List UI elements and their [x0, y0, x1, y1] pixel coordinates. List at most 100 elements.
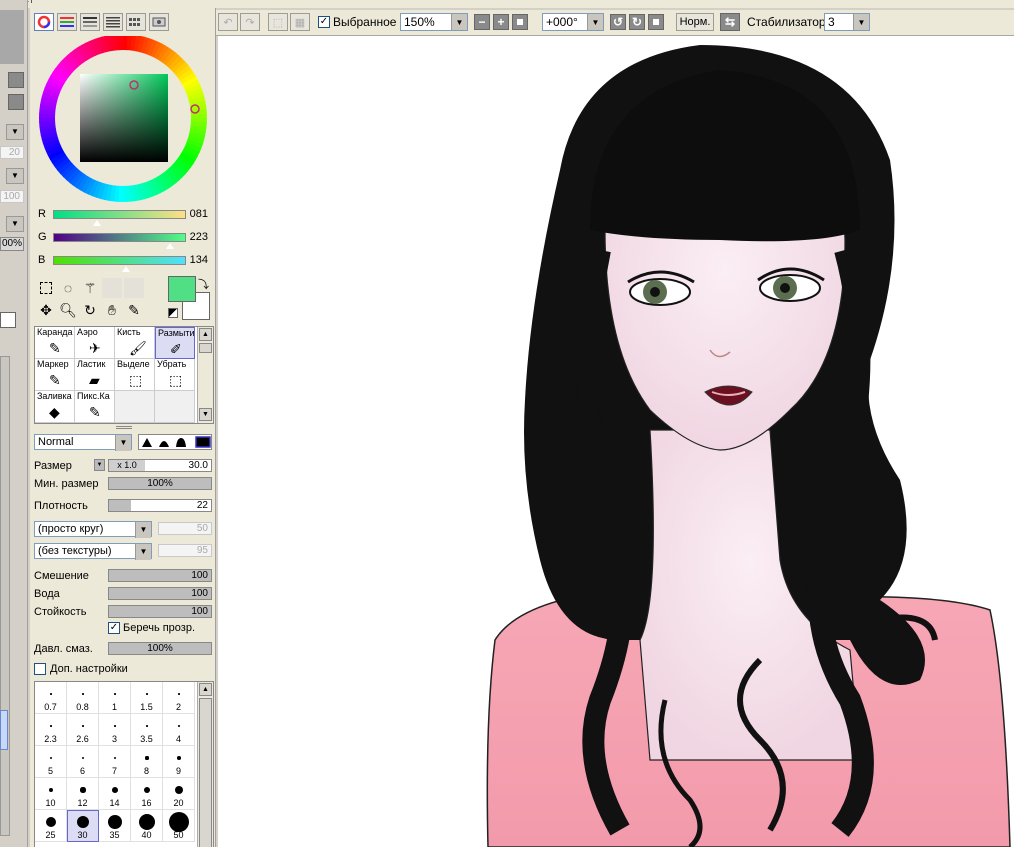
advanced-settings-checkbox[interactable] — [34, 663, 46, 675]
brush-size-option[interactable]: 14 — [99, 778, 131, 810]
rotation-select[interactable]: +000° ▼ — [542, 13, 604, 31]
brush-size-option[interactable]: 12 — [67, 778, 99, 810]
rotate-reset-button[interactable] — [648, 14, 664, 30]
brush-slot[interactable]: Выделе ⬚ — [115, 359, 155, 391]
empty-brush-slot[interactable] — [115, 391, 155, 423]
flip-button[interactable]: ⇆ — [720, 13, 740, 31]
swatches-tab[interactable] — [126, 13, 146, 31]
brush-size-option[interactable]: 1.5 — [131, 682, 163, 714]
color-wheel[interactable] — [38, 36, 208, 206]
brush-size-option[interactable]: 50 — [163, 810, 195, 842]
brush-size-option[interactable]: 40 — [131, 810, 163, 842]
brush-size-option[interactable]: 5 — [35, 746, 67, 778]
green-slider[interactable] — [53, 233, 186, 242]
green-slider-thumb[interactable] — [165, 243, 175, 250]
deselect-button[interactable]: ⬚ — [268, 13, 288, 31]
blue-slider[interactable] — [53, 256, 186, 265]
red-slider-thumb[interactable] — [92, 220, 102, 227]
brush-slot[interactable]: Размыти ✐ — [155, 327, 195, 359]
brush-shape-select[interactable]: (просто круг) ▼ — [34, 521, 152, 538]
brush-slot[interactable]: Аэро ✈ — [75, 327, 115, 359]
strip-square-icon[interactable] — [0, 312, 16, 328]
brush-slot[interactable]: Пикс.Ка ✎ — [75, 391, 115, 423]
color-wheel-tab[interactable] — [34, 13, 54, 31]
persistence-slider[interactable]: 100 — [108, 605, 212, 618]
brush-slot[interactable]: Каранда ✎ — [35, 327, 75, 359]
scrollbar[interactable] — [0, 356, 10, 836]
brush-size-option[interactable]: 7 — [99, 746, 131, 778]
swap-colors-icon[interactable]: ⤵ — [198, 276, 209, 292]
size-grid-scrollbar[interactable]: ▲ — [197, 682, 213, 847]
scroll-thumb[interactable] — [199, 698, 212, 847]
brush-slot[interactable]: Заливка ◆ — [35, 391, 75, 423]
blue-slider-thumb[interactable] — [121, 266, 131, 273]
brush-size-option[interactable]: 30 — [67, 810, 99, 842]
brush-size-option[interactable]: 8 — [131, 746, 163, 778]
scroll-down-icon[interactable]: ▼ — [199, 408, 212, 421]
brush-size-option[interactable]: 10 — [35, 778, 67, 810]
mixer-tab[interactable] — [103, 13, 123, 31]
brush-size-option[interactable]: 16 — [131, 778, 163, 810]
brush-slot[interactable]: Ластик ▰ — [75, 359, 115, 391]
chevron-down-icon[interactable]: ▼ — [6, 168, 24, 184]
eyedropper-tool[interactable]: ✎ — [124, 300, 144, 320]
reset-colors-icon[interactable] — [168, 308, 178, 318]
brush-size-option[interactable]: 25 — [35, 810, 67, 842]
brush-size-option[interactable]: 20 — [163, 778, 195, 810]
scroll-up-icon[interactable]: ▲ — [199, 683, 212, 696]
chevron-down-icon[interactable]: ▼ — [6, 216, 24, 232]
stabilizer-select[interactable]: 3 ▼ — [824, 13, 870, 31]
keep-opacity-checkbox[interactable]: ✓ — [108, 622, 120, 634]
invert-selection-button[interactable]: ▦ — [290, 13, 310, 31]
move-tool[interactable]: ✥ — [36, 300, 56, 320]
rotate-left-button[interactable]: ↺ — [610, 14, 626, 30]
zoom-reset-button[interactable] — [512, 14, 528, 30]
brush-size-option[interactable]: 9 — [163, 746, 195, 778]
brush-size-option[interactable]: 35 — [99, 810, 131, 842]
rect-select-tool[interactable] — [36, 278, 56, 298]
blending-slider[interactable]: 100 — [108, 569, 212, 582]
rgb-sliders-tab[interactable] — [57, 13, 77, 31]
brush-slot[interactable]: Маркер ✎ — [35, 359, 75, 391]
water-slider[interactable]: 100 — [108, 587, 212, 600]
brush-size-option[interactable]: 4 — [163, 714, 195, 746]
advanced-settings-option[interactable]: Доп. настройки — [34, 663, 128, 675]
density-slider[interactable]: 22 — [108, 499, 212, 512]
magic-wand-tool[interactable]: ⚚ — [80, 278, 100, 298]
resize-grip[interactable] — [116, 426, 132, 429]
empty-brush-slot[interactable] — [155, 391, 195, 423]
brush-texture-select[interactable]: (без текстуры) ▼ — [34, 543, 152, 560]
scroll-thumb[interactable] — [199, 343, 212, 353]
redo-button[interactable]: ↷ — [240, 13, 260, 31]
scroll-thumb[interactable] — [0, 710, 8, 750]
brush-size-option[interactable]: 2.3 — [35, 714, 67, 746]
chevron-down-icon[interactable]: ▼ — [6, 124, 24, 140]
brush-size-option[interactable]: 6 — [67, 746, 99, 778]
blend-mode-select[interactable]: Normal ▼ — [34, 434, 132, 451]
min-size-slider[interactable]: 100% — [108, 477, 212, 490]
undo-button[interactable]: ↶ — [218, 13, 238, 31]
size-slider[interactable]: x 1.0 30.0 — [108, 459, 212, 472]
primary-color-swatch[interactable] — [168, 276, 196, 302]
brush-size-option[interactable]: 1 — [99, 682, 131, 714]
normal-view-button[interactable]: Норм. — [676, 13, 714, 31]
brush-size-option[interactable]: 0.7 — [35, 682, 67, 714]
scroll-up-icon[interactable]: ▲ — [199, 328, 212, 341]
strip-button[interactable] — [8, 72, 24, 88]
chevron-down-icon[interactable]: ▼ — [94, 459, 105, 471]
drawing-canvas[interactable] — [218, 36, 1014, 847]
brush-size-option[interactable]: 0.8 — [67, 682, 99, 714]
lasso-tool[interactable]: ◌ — [58, 278, 78, 298]
zoom-select[interactable]: 150% ▼ — [400, 13, 468, 31]
brush-size-option[interactable]: 3.5 — [131, 714, 163, 746]
zoom-out-button[interactable]: − — [474, 14, 490, 30]
brush-slot[interactable]: Кисть 🖌︎ — [115, 327, 155, 359]
brush-size-option[interactable]: 3 — [99, 714, 131, 746]
selected-checkbox[interactable]: ✓ — [318, 16, 330, 28]
brush-shape-selector[interactable] — [138, 434, 212, 450]
zoom-in-button[interactable]: + — [493, 14, 509, 30]
red-slider[interactable] — [53, 210, 186, 219]
rotate-tool[interactable]: ↻ — [80, 300, 100, 320]
brush-slot[interactable]: Убрать ⬚ — [155, 359, 195, 391]
keep-opacity-option[interactable]: ✓ Беречь прозр. — [108, 622, 195, 634]
